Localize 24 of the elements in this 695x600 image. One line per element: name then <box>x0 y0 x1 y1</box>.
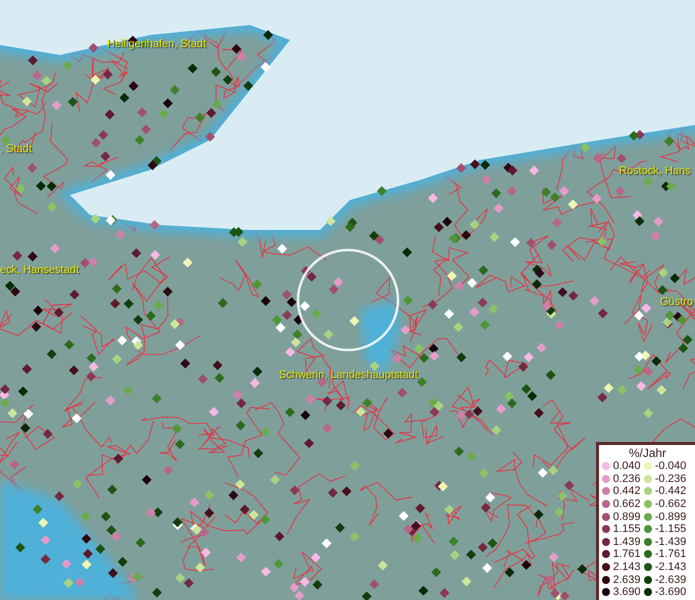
legend-value: 2.143 <box>613 561 641 574</box>
legend-value: -2.143 <box>655 561 686 574</box>
legend-value: -1.761 <box>655 548 686 560</box>
legend-value: -1.439 <box>655 536 686 548</box>
legend-value: -1.155 <box>655 523 686 536</box>
legend-value: 1.761 <box>613 548 641 560</box>
legend-value: 1.155 <box>613 523 641 536</box>
legend-title: %/Jahr <box>628 446 668 460</box>
legend-value: 3.690 <box>613 586 641 598</box>
legend-value: 0.662 <box>613 498 641 510</box>
legend-value: 2.639 <box>613 574 641 586</box>
legend-value: -0.442 <box>655 485 686 498</box>
legend-value: 1.439 <box>613 536 641 548</box>
legend-value: 0.040 <box>613 460 641 472</box>
legend-value: 0.899 <box>613 510 641 523</box>
legend-value: -3.690 <box>655 586 686 598</box>
legend-value: -0.236 <box>655 472 686 485</box>
legend-value: -0.040 <box>655 460 686 472</box>
legend-value: -0.662 <box>655 498 686 510</box>
place-label: eck, Hansestadt <box>0 264 79 277</box>
legend-value: -0.899 <box>655 510 686 523</box>
legend-value: 0.236 <box>613 472 641 485</box>
legend-value: -2.639 <box>655 574 686 586</box>
legend-value: 0.442 <box>613 485 641 498</box>
